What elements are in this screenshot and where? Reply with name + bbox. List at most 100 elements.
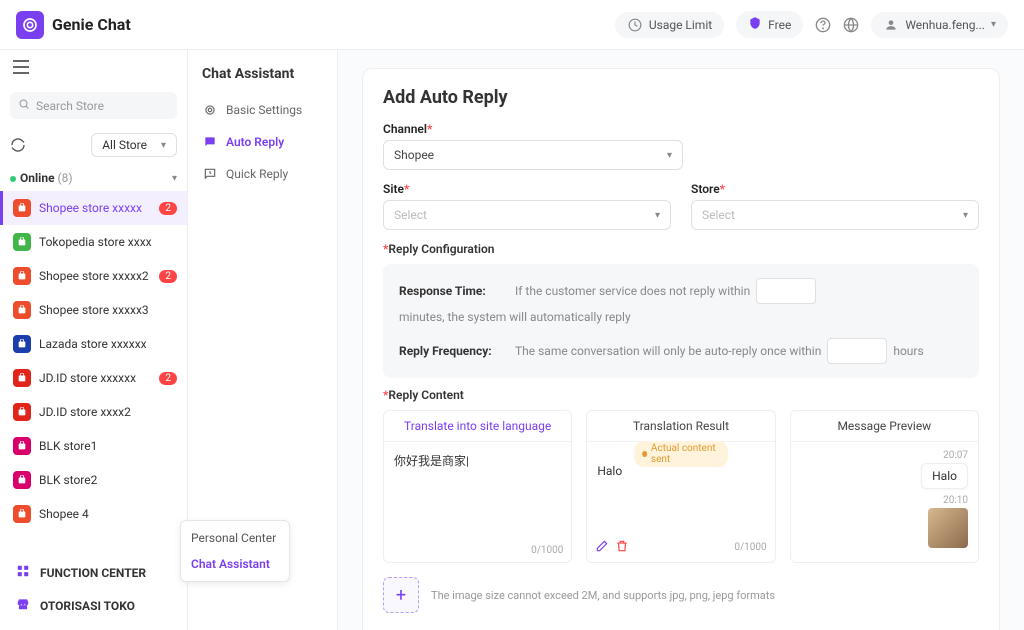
platform-icon bbox=[13, 301, 31, 319]
translate-link[interactable]: Translate into site language bbox=[384, 411, 571, 442]
store-select[interactable]: Select ▾ bbox=[691, 200, 979, 230]
menu-toggle[interactable] bbox=[0, 50, 187, 88]
popover-personal-center[interactable]: Personal Center bbox=[181, 525, 289, 551]
site-label: Site bbox=[383, 182, 404, 196]
msg-image bbox=[928, 508, 968, 548]
store-item[interactable]: Shopee store xxxxx2 2 bbox=[0, 259, 187, 293]
msg-time-1: 20:07 bbox=[943, 450, 968, 461]
store-label: JD.ID store xxxxxx bbox=[39, 371, 151, 385]
function-popover: Personal Center Chat Assistant bbox=[180, 520, 290, 582]
response-time-text-a: If the customer service does not reply w… bbox=[515, 284, 750, 298]
store-item[interactable]: JD.ID store xxxx2 bbox=[0, 395, 187, 429]
edit-icon[interactable] bbox=[595, 539, 609, 556]
nav-item[interactable]: Basic Settings bbox=[188, 94, 337, 126]
stores-panel: Search Store All Store ▾ Online (8) ▾ Sh… bbox=[0, 50, 188, 630]
source-box: Translate into site language 你好我是商家| 0/1… bbox=[383, 410, 572, 563]
msg-time-2: 20:10 bbox=[943, 495, 968, 506]
platform-icon bbox=[13, 233, 31, 251]
brand-title: Genie Chat bbox=[52, 15, 131, 34]
all-store-select[interactable]: All Store ▾ bbox=[91, 133, 177, 157]
reply-freq-label: Reply Frequency: bbox=[399, 344, 509, 358]
site-placeholder: Select bbox=[394, 208, 427, 222]
chevron-down-icon: ▾ bbox=[963, 210, 968, 221]
plus-icon: + bbox=[396, 585, 406, 606]
result-box: Translation Result Actual content sent H… bbox=[586, 410, 775, 563]
store-item[interactable]: Shopee store xxxxx3 bbox=[0, 293, 187, 327]
function-center-label: FUNCTION CENTER bbox=[40, 566, 146, 580]
globe-icon[interactable] bbox=[843, 17, 859, 33]
store-label: BLK store2 bbox=[39, 473, 177, 487]
popover-chat-assistant[interactable]: Chat Assistant bbox=[181, 551, 289, 577]
search-store-input[interactable]: Search Store bbox=[10, 92, 177, 119]
store-icon bbox=[16, 597, 32, 614]
apps-icon bbox=[16, 564, 32, 581]
chevron-down-icon: ▾ bbox=[991, 19, 996, 30]
brand-logo-icon bbox=[16, 11, 44, 39]
nav-item[interactable]: Auto Reply bbox=[188, 126, 337, 158]
search-icon bbox=[18, 98, 30, 113]
response-time-text-b: minutes, the system will automatically r… bbox=[399, 310, 631, 324]
trash-icon[interactable] bbox=[615, 539, 629, 556]
brand: Genie Chat bbox=[16, 11, 131, 39]
store-label: Shopee store xxxxx2 bbox=[39, 269, 151, 283]
plan-button[interactable]: Free bbox=[736, 11, 803, 38]
store-item[interactable]: BLK store1 bbox=[0, 429, 187, 463]
refresh-icon[interactable] bbox=[10, 137, 26, 153]
reply-content-label: Reply Content bbox=[388, 388, 463, 402]
nav-label: Auto Reply bbox=[226, 135, 284, 149]
reply-content-grid: Translate into site language 你好我是商家| 0/1… bbox=[383, 410, 979, 563]
reply-freq-text-a: The same conversation will only be auto-… bbox=[515, 344, 821, 358]
channel-label: Channel bbox=[383, 122, 427, 136]
store-item[interactable]: BLK store2 bbox=[0, 463, 187, 497]
store-item[interactable]: Lazada store xxxxxx bbox=[0, 327, 187, 361]
actual-sent-badge: Actual content sent bbox=[634, 441, 728, 467]
store-label: Tokopedia store xxxx bbox=[39, 235, 177, 249]
user-name: Wenhua.feng... bbox=[905, 18, 985, 32]
platform-icon bbox=[13, 335, 31, 353]
chevron-down-icon: ▾ bbox=[161, 140, 166, 151]
usage-limit-button[interactable]: Usage Limit bbox=[615, 12, 724, 38]
nav-label: Quick Reply bbox=[226, 167, 288, 181]
source-textarea[interactable]: 你好我是商家| bbox=[384, 442, 571, 541]
usage-limit-label: Usage Limit bbox=[649, 18, 712, 32]
dot-icon bbox=[642, 451, 647, 457]
help-icon[interactable] bbox=[815, 17, 831, 33]
site-select[interactable]: Select ▾ bbox=[383, 200, 671, 230]
store-list: Shopee store xxxxx2 Tokopedia store xxxx S… bbox=[0, 191, 187, 531]
auto-reply-form: Add Auto Reply Channel* Shopee ▾ Site* S… bbox=[362, 68, 1000, 630]
upload-button[interactable]: + bbox=[383, 577, 419, 613]
search-placeholder: Search Store bbox=[36, 99, 104, 113]
platform-icon bbox=[13, 369, 31, 387]
store-item[interactable]: Tokopedia store xxxx bbox=[0, 225, 187, 259]
response-time-input[interactable] bbox=[756, 278, 816, 304]
badge: 2 bbox=[159, 270, 177, 283]
upload-row: + The image size cannot exceed 2M, and s… bbox=[383, 577, 979, 613]
reply-freq-input[interactable] bbox=[827, 338, 887, 364]
nav-item[interactable]: Quick Reply bbox=[188, 158, 337, 190]
source-counter: 0/1000 bbox=[531, 545, 563, 556]
platform-icon bbox=[13, 267, 31, 285]
store-item[interactable]: JD.ID store xxxxxx 2 bbox=[0, 361, 187, 395]
upload-hint: The image size cannot exceed 2M, and sup… bbox=[431, 589, 775, 602]
store-label: BLK store1 bbox=[39, 439, 177, 453]
platform-icon bbox=[13, 403, 31, 421]
function-center-button[interactable]: FUNCTION CENTER bbox=[10, 556, 177, 589]
nav-label: Basic Settings bbox=[226, 103, 302, 117]
store-item[interactable]: Shopee 4 bbox=[0, 497, 187, 531]
store-item[interactable]: Shopee store xxxxx2 bbox=[0, 191, 187, 225]
bottom-functions: FUNCTION CENTER OTORISASI TOKO bbox=[0, 556, 187, 622]
response-time-label: Response Time: bbox=[399, 284, 509, 298]
otorisasi-toko-button[interactable]: OTORISASI TOKO bbox=[10, 589, 177, 622]
chevron-down-icon: ▾ bbox=[172, 173, 177, 184]
online-section-toggle[interactable]: Online (8) ▾ bbox=[0, 165, 187, 191]
msg-bubble-1: Halo bbox=[921, 463, 968, 489]
gauge-icon bbox=[627, 17, 643, 33]
badge: 2 bbox=[159, 372, 177, 385]
channel-select[interactable]: Shopee ▾ bbox=[383, 140, 683, 170]
plan-label: Free bbox=[768, 18, 791, 32]
topbar-right: Usage Limit Free Wenhua.feng... ▾ bbox=[615, 11, 1008, 38]
shield-icon bbox=[748, 16, 762, 33]
user-menu[interactable]: Wenhua.feng... ▾ bbox=[871, 12, 1008, 38]
nav-icon bbox=[202, 134, 218, 150]
reply-config-box: Response Time: If the customer service d… bbox=[383, 264, 979, 378]
